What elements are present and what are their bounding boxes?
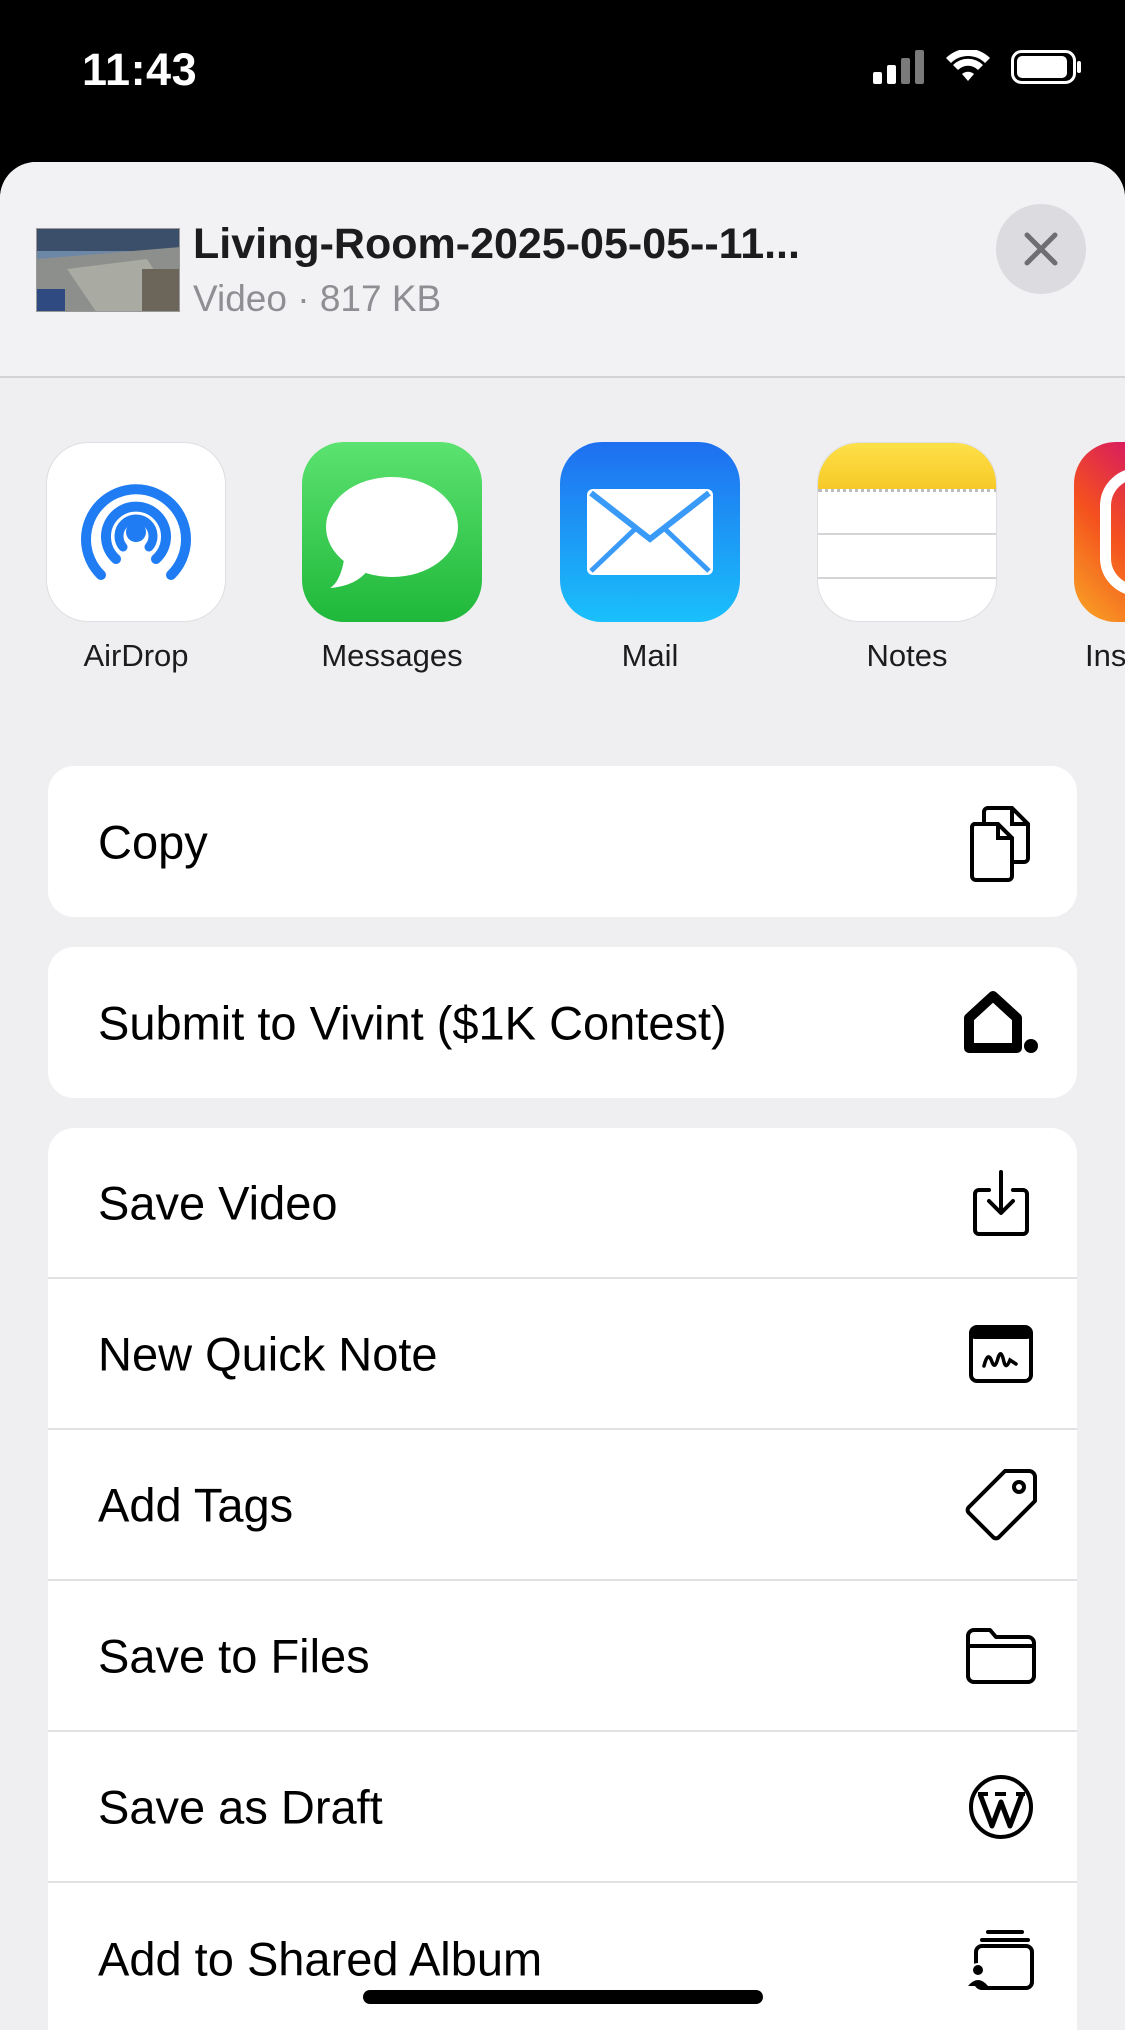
- vivint-group: Submit to Vivint ($1K Contest): [48, 947, 1077, 1098]
- copy-action[interactable]: Copy: [48, 766, 1077, 917]
- new-quick-note-label: New Quick Note: [98, 1327, 438, 1380]
- notes-icon: [817, 442, 997, 622]
- home-indicator[interactable]: [363, 1990, 763, 2004]
- cellular-signal-icon: [873, 50, 925, 89]
- battery-icon: [1011, 50, 1083, 89]
- save-to-files-action[interactable]: Save to Files: [48, 1581, 1077, 1732]
- instagram-icon: [1074, 442, 1125, 622]
- copy-label: Copy: [98, 815, 208, 868]
- quick-note-icon: [963, 1316, 1039, 1392]
- file-meta: Video · 817 KB: [193, 278, 442, 319]
- save-to-files-label: Save to Files: [98, 1629, 370, 1682]
- submit-vivint-action[interactable]: Submit to Vivint ($1K Contest): [48, 947, 1077, 1098]
- messages-icon: [302, 442, 482, 622]
- add-tags-action[interactable]: Add Tags: [48, 1430, 1077, 1581]
- close-icon: [1024, 232, 1058, 266]
- airdrop-icon: [46, 442, 226, 622]
- add-shared-album-action[interactable]: Add to Shared Album: [48, 1883, 1077, 2030]
- mail-icon: [560, 442, 740, 622]
- status-time: 11:43: [82, 44, 198, 95]
- app-label-airdrop: AirDrop: [83, 638, 189, 673]
- submit-vivint-label: Submit to Vivint ($1K Contest): [98, 996, 727, 1049]
- app-instagram[interactable]: Ins: [1074, 442, 1125, 672]
- app-messages[interactable]: Messages: [302, 442, 482, 673]
- copy-group: Copy: [48, 766, 1077, 917]
- wordpress-icon: [963, 1769, 1039, 1845]
- app-label-mail: Mail: [621, 638, 679, 673]
- status-bar: 11:43: [0, 0, 1125, 160]
- status-icons: [873, 48, 1083, 89]
- save-as-draft-action[interactable]: Save as Draft: [48, 1732, 1077, 1883]
- save-as-draft-label: Save as Draft: [98, 1780, 383, 1833]
- save-video-action[interactable]: Save Video: [48, 1128, 1077, 1279]
- tag-icon: [963, 1467, 1039, 1543]
- app-notes[interactable]: Notes: [817, 442, 997, 673]
- shared-album-icon: [963, 1921, 1039, 1997]
- app-mail[interactable]: Mail: [560, 442, 740, 673]
- close-button[interactable]: [996, 204, 1086, 294]
- copy-icon: [963, 804, 1039, 882]
- save-video-label: Save Video: [98, 1176, 338, 1229]
- app-airdrop[interactable]: AirDrop: [46, 442, 226, 673]
- app-label-instagram: Ins: [1085, 638, 1125, 672]
- app-label-messages: Messages: [321, 638, 463, 673]
- vivint-home-icon: [963, 985, 1039, 1061]
- wifi-icon: [945, 48, 991, 89]
- new-quick-note-action[interactable]: New Quick Note: [48, 1279, 1077, 1430]
- actions-group: Save Video New Quick Note Add Tags Save …: [48, 1128, 1077, 2030]
- share-header: Living-Room-2025-05-05--11... Video · 81…: [0, 162, 1125, 378]
- folder-icon: [963, 1618, 1039, 1694]
- save-download-icon: [963, 1165, 1039, 1241]
- video-thumbnail: [36, 228, 180, 312]
- app-label-notes: Notes: [866, 638, 948, 673]
- share-sheet: Living-Room-2025-05-05--11... Video · 81…: [0, 162, 1125, 2030]
- add-shared-album-label: Add to Shared Album: [98, 1932, 543, 1985]
- file-title: Living-Room-2025-05-05--11...: [193, 220, 800, 268]
- add-tags-label: Add Tags: [98, 1478, 294, 1531]
